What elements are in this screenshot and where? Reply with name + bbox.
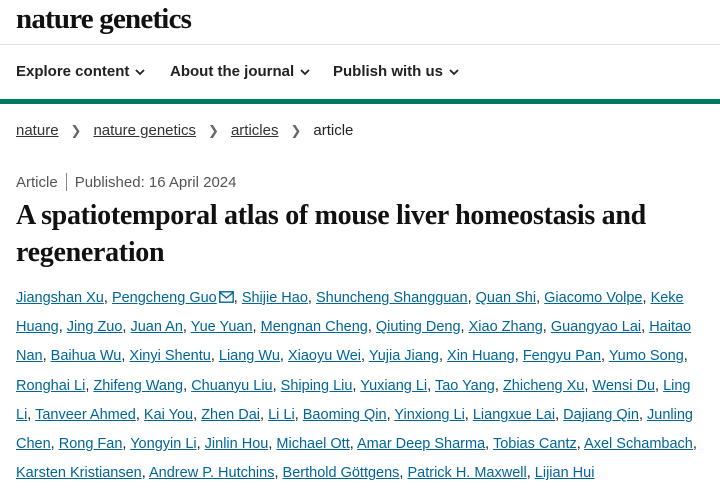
author-link[interactable]: Xinyi Shentu <box>129 348 210 364</box>
author-link[interactable]: Zhen Dai <box>201 407 260 423</box>
author-link[interactable]: Yinxiong Li <box>394 407 464 423</box>
article-type: Article <box>16 173 58 191</box>
chevron-down-icon <box>449 68 459 75</box>
author-link[interactable]: Mengnan Cheng <box>261 319 368 335</box>
author-link[interactable]: Chuanyu Liu <box>191 378 272 394</box>
author-link[interactable]: Berthold Göttgens <box>283 465 400 481</box>
author-link[interactable]: Ronghai Li <box>16 378 85 394</box>
author-link[interactable]: Andrew P. Hutchins <box>149 465 274 481</box>
chevron-down-icon <box>300 68 310 75</box>
author-link[interactable]: Michael Ott <box>276 436 349 452</box>
nav-label: About the journal <box>170 63 295 80</box>
nav-label: Publish with us <box>333 63 444 80</box>
author-link[interactable]: Juan An <box>130 319 182 335</box>
author-link[interactable]: Zhicheng Xu <box>503 378 584 394</box>
author-link[interactable]: Tanveer Ahmed <box>35 407 136 423</box>
author-link[interactable]: Yue Yuan <box>191 319 253 335</box>
author-link[interactable]: Shuncheng Shangguan <box>316 290 468 306</box>
author-link[interactable]: Li Li <box>268 407 295 423</box>
author-link[interactable]: Axel Schambach <box>584 436 693 452</box>
author-link[interactable]: Wensi Du <box>592 378 655 394</box>
author-link[interactable]: Tobias Cantz <box>493 436 577 452</box>
nav-explore-content[interactable]: Explore content <box>16 63 145 80</box>
author-link[interactable]: Baihua Wu <box>51 348 122 364</box>
article-meta: Article Published: 16 April 2024 <box>16 173 236 191</box>
author-link[interactable]: Fengyu Pan <box>523 348 601 364</box>
breadcrumb-nature[interactable]: nature <box>16 122 59 139</box>
author-link[interactable]: Pengcheng Guo <box>112 290 217 306</box>
meta-divider <box>65 173 67 191</box>
article-title: A spatiotemporal atlas of mouse liver ho… <box>16 200 646 268</box>
nav-publish-with-us[interactable]: Publish with us <box>333 63 459 80</box>
author-link[interactable]: Jinlin Hou <box>205 436 269 452</box>
main-nav: Explore content About the journal Publis… <box>0 45 720 99</box>
chevron-right-icon: ❯ <box>290 122 302 138</box>
author-link[interactable]: Kai You <box>144 407 193 423</box>
author-link[interactable]: Baoming Qin <box>303 407 387 423</box>
author-link[interactable]: Yuxiang Li <box>360 378 427 394</box>
breadcrumb-articles[interactable]: articles <box>231 122 279 139</box>
author-link[interactable]: Jing Zuo <box>67 319 123 335</box>
author-link[interactable]: Guangyao Lai <box>551 319 641 335</box>
author-link[interactable]: Patrick H. Maxwell <box>407 465 526 481</box>
author-link[interactable]: Shijie Hao <box>242 290 308 306</box>
author-link[interactable]: Xiao Zhang <box>469 319 543 335</box>
author-list: Jiangshan Xu, Pengcheng Guo, Shijie Hao,… <box>16 290 697 482</box>
nav-label: Explore content <box>16 63 130 80</box>
site-header: nature genetics <box>0 0 720 45</box>
author-link[interactable]: Karsten Kristiansen <box>16 465 142 481</box>
author-link[interactable]: Xiaoyu Wei <box>288 348 361 364</box>
author-link[interactable]: Xin Huang <box>447 348 515 364</box>
author-link[interactable]: Lijian Hui <box>535 465 595 481</box>
author-link[interactable]: Amar Deep Sharma <box>357 436 485 452</box>
author-link[interactable]: Qiuting Deng <box>376 319 461 335</box>
author-link[interactable]: Shiping Liu <box>281 378 353 394</box>
breadcrumb: nature ❯ nature genetics ❯ articles ❯ ar… <box>16 122 353 139</box>
author-link[interactable]: Yongyin Li <box>130 436 196 452</box>
chevron-down-icon <box>135 68 145 75</box>
author-link[interactable]: Giacomo Volpe <box>544 290 642 306</box>
author-link[interactable]: Yumo Song <box>609 348 684 364</box>
author-link[interactable]: Yujia Jiang <box>369 348 439 364</box>
author-link[interactable]: Quan Shi <box>476 290 536 306</box>
author-link[interactable]: Zhifeng Wang <box>93 378 183 394</box>
author-link[interactable]: Liangxue Lai <box>473 407 555 423</box>
chevron-right-icon: ❯ <box>70 122 82 138</box>
chevron-right-icon: ❯ <box>208 122 219 138</box>
breadcrumb-current: article <box>313 122 354 139</box>
author-link[interactable]: Dajiang Qin <box>563 407 639 423</box>
accent-divider <box>0 99 720 104</box>
journal-logo[interactable]: nature genetics <box>16 3 192 36</box>
author-link[interactable]: Jiangshan Xu <box>16 290 104 306</box>
author-link[interactable]: Rong Fan <box>59 436 123 452</box>
publish-date: Published: 16 April 2024 <box>74 173 237 191</box>
author-link[interactable]: Tao Yang <box>435 378 495 394</box>
nav-about-journal[interactable]: About the journal <box>170 63 310 80</box>
author-link[interactable]: Liang Wu <box>219 348 280 364</box>
mail-icon[interactable] <box>218 291 234 303</box>
breadcrumb-nature-genetics[interactable]: nature genetics <box>93 122 196 139</box>
